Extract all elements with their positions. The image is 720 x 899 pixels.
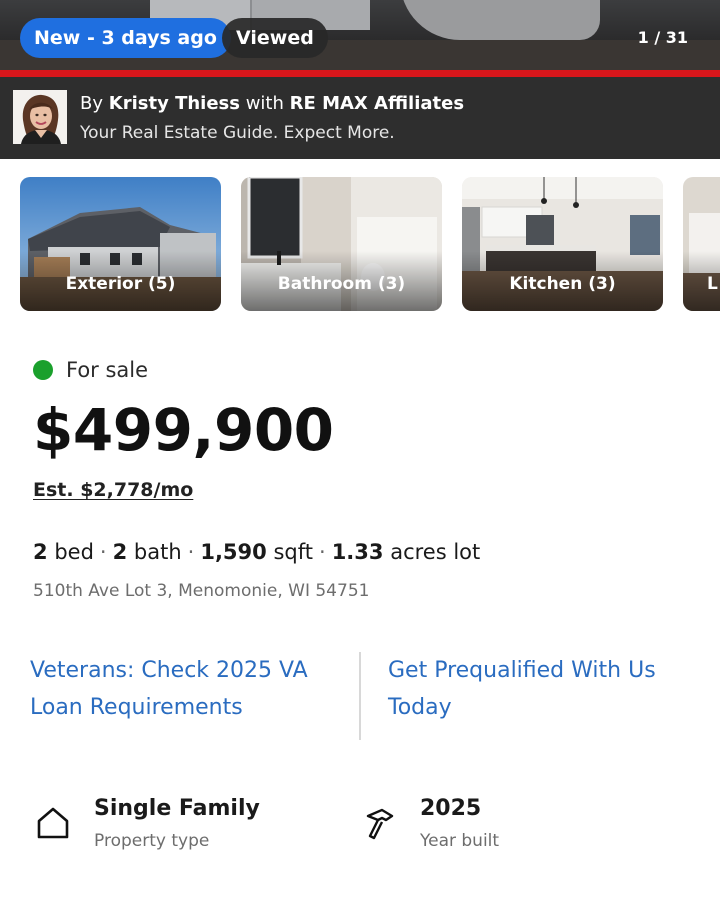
photo-category-exterior[interactable]: Exterior (5) <box>20 177 221 311</box>
separator: · <box>99 540 107 564</box>
monthly-estimate-link[interactable]: Est. $2,778/mo <box>33 479 193 501</box>
links-divider <box>359 652 361 740</box>
beds-label: bed <box>54 540 94 564</box>
house-icon <box>36 806 70 844</box>
photo-driveway <box>400 0 600 40</box>
separator: · <box>319 540 326 564</box>
photo-category-next[interactable]: L <box>683 177 720 311</box>
agent-banner[interactable]: By Kristy Thiess with RE MAX Affiliates … <box>0 77 720 159</box>
photo-category-label: Kitchen (3) <box>509 274 616 294</box>
photo-counter: 1 / 31 <box>637 28 688 47</box>
sqft-label: sqft <box>273 540 313 564</box>
beds-count: 2 <box>33 540 48 564</box>
year-built-value: 2025 <box>420 796 482 821</box>
separator: · <box>187 540 195 564</box>
agent-avatar <box>13 90 67 144</box>
baths-count: 2 <box>112 540 128 564</box>
photo-categories: Exterior (5) Bathroom (3) Kitchen (3) L <box>20 177 720 311</box>
agent-name: Kristy Thiess <box>108 93 240 114</box>
agent-by-label: By <box>80 93 104 114</box>
status-text: For sale <box>66 358 149 382</box>
viewed-badge: Viewed <box>222 18 328 58</box>
lot-size-label: acres lot <box>390 540 481 564</box>
brand-accent-bar <box>0 70 720 77</box>
property-type-value: Single Family <box>94 796 260 821</box>
sqft-value: 1,590 <box>200 540 267 564</box>
new-listing-badge: New - 3 days ago <box>20 18 231 58</box>
photo-category-label: L <box>707 274 718 294</box>
listing-address: 510th Ave Lot 3, Menomonie, WI 54751 <box>33 581 370 601</box>
agent-credit: By Kristy Thiess with RE MAX Affiliates <box>80 93 464 114</box>
va-loan-link[interactable]: Veterans: Check 2025 VA Loan Requirement… <box>30 652 340 726</box>
listing-price: $499,900 <box>33 396 334 464</box>
photo-category-label: Bathroom (3) <box>277 274 406 294</box>
listing-status: For sale <box>33 358 148 382</box>
hammer-icon <box>362 806 398 846</box>
agent-with-label: with <box>245 93 284 114</box>
status-dot <box>33 360 53 380</box>
financing-links: Veterans: Check 2025 VA Loan Requirement… <box>0 652 720 742</box>
year-built-label: Year built <box>420 831 500 851</box>
lot-size-value: 1.33 <box>331 540 384 564</box>
photo-category-label: Exterior (5) <box>65 274 176 294</box>
property-type-label: Property type <box>94 831 210 851</box>
agent-brokerage: RE MAX Affiliates <box>289 93 465 114</box>
listing-specs: 2 bed · 2 bath · 1,590 sqft · 1.33 acres lot <box>33 540 480 564</box>
agent-tagline: Your Real Estate Guide. Expect More. <box>80 123 395 143</box>
prequalify-link[interactable]: Get Prequalified With Us Today <box>388 652 708 726</box>
photo-category-bathroom[interactable]: Bathroom (3) <box>241 177 442 311</box>
photo-category-kitchen[interactable]: Kitchen (3) <box>462 177 663 311</box>
baths-label: bath <box>133 540 182 564</box>
